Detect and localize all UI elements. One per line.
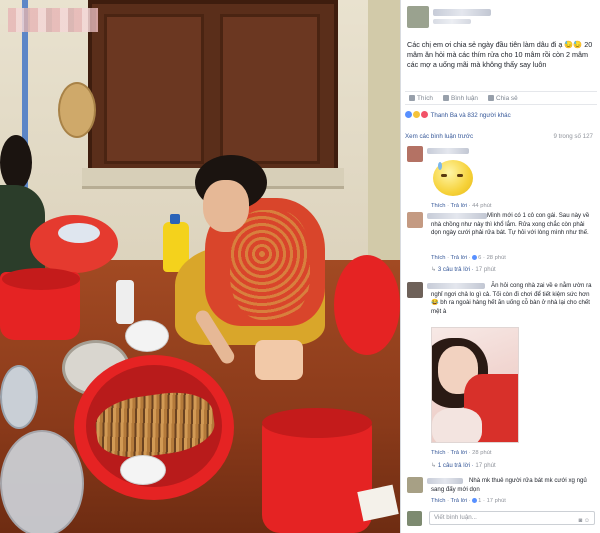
- like-button[interactable]: Thích: [409, 92, 433, 104]
- replies-time: 17 phút: [475, 266, 496, 273]
- view-replies-link[interactable]: ↳ 3 câu trả lời · 17 phút: [431, 266, 496, 273]
- window-pane-left: [104, 14, 204, 164]
- commenter-avatar[interactable]: [407, 146, 423, 162]
- like-count-icon: [472, 255, 478, 260]
- current-user-avatar: [407, 511, 422, 526]
- comment-icon: [442, 95, 449, 101]
- like-icon: [409, 95, 415, 101]
- comment-like-link[interactable]: Thích: [431, 498, 446, 504]
- plate-stack: [125, 320, 169, 352]
- comment-time: 28 phút: [472, 450, 492, 456]
- comment-reply-link[interactable]: Trả lời: [451, 255, 467, 261]
- like-label: Thích: [417, 95, 433, 102]
- facebook-post-panel: Các chị em ơi chia sẻ ngày đầu tiên làm …: [400, 0, 600, 533]
- share-button[interactable]: Chia sẻ: [488, 92, 518, 104]
- white-bowl: [58, 223, 100, 243]
- bucket-rim-left: [2, 268, 80, 290]
- window-pane-right: [220, 14, 320, 164]
- write-comment-input[interactable]: Viết bình luận... ◙ ☺: [429, 511, 595, 525]
- comment-button[interactable]: Bình luận: [442, 92, 478, 104]
- wall-edge: [368, 0, 400, 270]
- reply-arrow-icon: ↳: [431, 462, 438, 469]
- reply-arrow-icon: ↳: [431, 266, 438, 273]
- hanging-tray: [58, 82, 96, 138]
- comment-text: Mình mới có 1 cô con gái. Sau này về nhà…: [431, 212, 590, 237]
- replies-time: 17 phút: [475, 462, 496, 469]
- poster-name-redacted[interactable]: [433, 9, 491, 16]
- emoji-sweat-drop: [438, 162, 442, 170]
- share-label: Chia sẻ: [496, 95, 518, 102]
- camera-icon[interactable]: ◙: [579, 518, 583, 524]
- dish-rack: [0, 430, 84, 533]
- commenter-name-redacted[interactable]: [427, 148, 469, 154]
- poster-avatar[interactable]: [407, 6, 429, 28]
- post-time-redacted: [433, 19, 471, 24]
- write-comment-placeholder: Viết bình luận...: [434, 514, 477, 521]
- like-count-icon: [472, 498, 478, 503]
- gold-embroidery: [230, 210, 310, 320]
- comment-text: Nhà mk thuê người rửa bát mk cưới xg ngủ…: [431, 477, 587, 493]
- like-reaction-icon: [405, 111, 412, 118]
- selfie-pillow: [432, 408, 482, 442]
- replies-count: 1 câu trả lời: [437, 462, 470, 469]
- comment-like-link[interactable]: Thích: [431, 203, 446, 209]
- bucket-rim-right: [262, 408, 372, 438]
- wooden-window: [88, 0, 338, 175]
- commenter-avatar[interactable]: [407, 477, 423, 493]
- love-reaction-icon: [421, 111, 428, 118]
- comment-like-link[interactable]: Thích: [431, 450, 446, 456]
- commenter-avatar[interactable]: [407, 212, 423, 228]
- view-previous-label: Xem các bình luận trước: [405, 133, 474, 140]
- comment-reply-link[interactable]: Trả lời: [451, 498, 467, 504]
- comment-time: 28 phút: [486, 255, 506, 261]
- view-replies-link[interactable]: ↳ 1 câu trả lời · 17 phút: [431, 462, 496, 469]
- white-teapot: [120, 455, 166, 485]
- comment-label: Bình luận: [450, 95, 478, 102]
- comment-like-count: 1: [478, 498, 482, 504]
- comment-meta: Thích · Trả lời · 44 phút: [431, 203, 492, 209]
- share-icon: [488, 95, 494, 101]
- comment-like-link[interactable]: Thích: [431, 255, 446, 261]
- sticker-icon[interactable]: ☺: [584, 518, 590, 524]
- metal-pot: [0, 365, 38, 429]
- red-basin-tilted: [334, 255, 400, 355]
- post-text: Các chị em ơi chia sẻ ngày đầu tiên làm …: [407, 40, 593, 69]
- emoji-eye-left: [441, 174, 447, 177]
- haha-reaction-icon: [413, 111, 420, 118]
- comment-like-count: 6: [478, 255, 482, 261]
- comment-meta: Thích · Trả lời · 1 · 17 phút: [431, 498, 506, 504]
- comment-reply-link[interactable]: Trả lời: [451, 203, 467, 209]
- rolled-towel: [255, 340, 303, 380]
- comment-reply-link[interactable]: Trả lời: [451, 450, 467, 456]
- comment-input-icons: ◙ ☺: [579, 515, 590, 527]
- comment-time: 44 phút: [472, 203, 492, 209]
- comment-time: 17 phút: [486, 498, 506, 504]
- comment-selfie-photo[interactable]: [431, 327, 519, 443]
- commenter-avatar[interactable]: [407, 282, 423, 298]
- comment-count: 9 trong số 127: [553, 133, 593, 140]
- replies-count: 3 câu trả lời: [437, 266, 470, 273]
- reactions-summary[interactable]: Thanh Ba và 832 người khác: [405, 110, 597, 122]
- likes-text: Thanh Ba và 832 người khác: [430, 112, 511, 119]
- bride-face: [203, 180, 249, 232]
- post-photo[interactable]: [0, 0, 400, 533]
- emoji-eye-right: [457, 174, 463, 177]
- comment-meta: Thích · Trả lời · 28 phút: [431, 450, 492, 456]
- comment-meta: Thích · Trả lời · 6 · 28 phút: [431, 255, 506, 261]
- crying-emoji-sticker: [433, 160, 473, 196]
- person-left-head: [0, 135, 32, 190]
- post-action-bar: Thích Bình luận Chia sẻ: [405, 91, 597, 105]
- view-previous-comments[interactable]: Xem các bình luận trước 9 trong số 127: [405, 132, 597, 142]
- comment-text: Ăn hỏi cong nhà zai về e nằm ườn ra nghỉ…: [431, 282, 592, 315]
- redacted-watermark: [8, 8, 98, 32]
- bottle-cap: [170, 214, 180, 224]
- white-bottle: [116, 280, 134, 324]
